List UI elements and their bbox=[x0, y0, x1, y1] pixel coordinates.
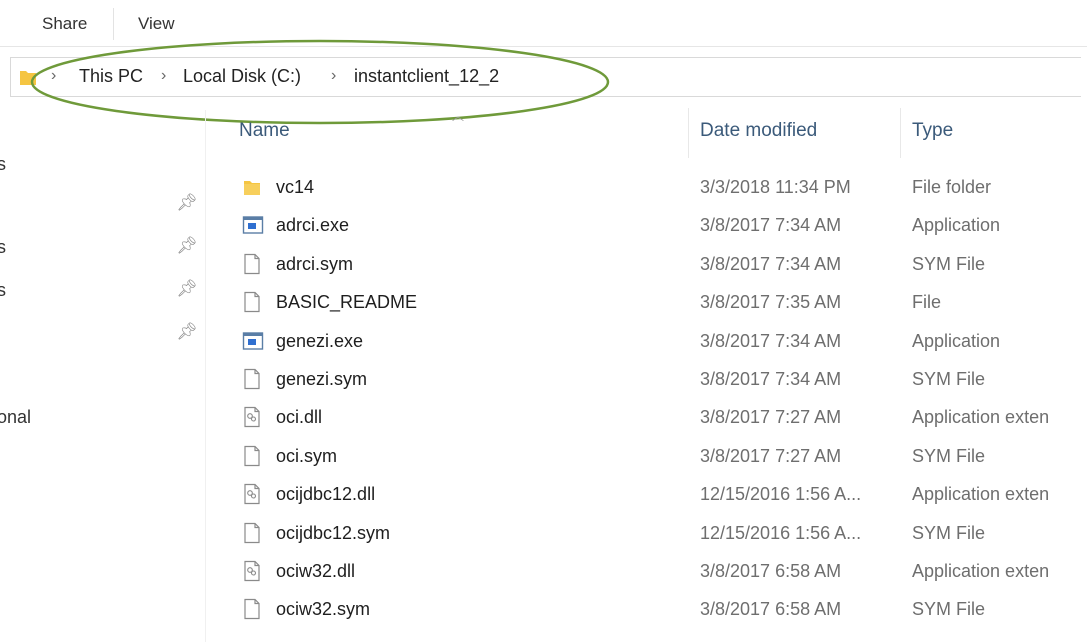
file-type: SYM File bbox=[912, 599, 986, 620]
file-row[interactable]: vc14 3/3/2018 11:34 PM File folder bbox=[230, 168, 1087, 206]
file-name: ocijdbc12.sym bbox=[276, 522, 391, 543]
file-name: ociw32.sym bbox=[276, 599, 371, 620]
file-date-modified: 12/15/2016 1:56 A... bbox=[700, 484, 862, 505]
column-divider[interactable] bbox=[688, 108, 689, 158]
nav-item-label[interactable]: s bbox=[0, 154, 6, 175]
column-header-date[interactable]: Date modified bbox=[700, 120, 817, 142]
navigation-pane: s 📌︎ 📌︎ s 📌︎ s 📌︎ onal bbox=[0, 110, 206, 642]
file-row[interactable]: adrci.exe 3/8/2017 7:34 AM Application bbox=[230, 206, 1087, 244]
file-date-modified: 3/8/2017 7:27 AM bbox=[700, 407, 842, 428]
file-type: File bbox=[912, 292, 942, 313]
file-icon bbox=[242, 368, 262, 390]
file-row[interactable]: ocijdbc12.sym 12/15/2016 1:56 A... SYM Fil… bbox=[230, 514, 1087, 552]
tab-view[interactable]: View bbox=[138, 14, 175, 34]
chevron-right-icon[interactable]: › bbox=[161, 67, 166, 85]
file-row[interactable]: ocijdbc12.dll 12/15/2016 1:56 A... Applica… bbox=[230, 475, 1087, 513]
file-type: SYM File bbox=[912, 522, 986, 543]
file-name: adrci.sym bbox=[276, 253, 354, 274]
nav-item-label[interactable]: s bbox=[0, 237, 6, 258]
pin-icon[interactable]: 📌︎ bbox=[176, 322, 198, 342]
file-type: Application exten bbox=[912, 407, 1050, 428]
file-type: Application bbox=[912, 330, 1001, 351]
dll-icon bbox=[242, 560, 262, 582]
file-row[interactable]: oci.dll 3/8/2017 7:27 AM Application exten bbox=[230, 398, 1087, 436]
file-type: SYM File bbox=[912, 445, 986, 466]
file-icon bbox=[242, 522, 262, 544]
file-date-modified: 3/8/2017 7:27 AM bbox=[700, 445, 842, 466]
file-row[interactable]: BASIC_README 3/8/2017 7:35 AM File bbox=[230, 283, 1087, 321]
file-row[interactable]: genezi.exe 3/8/2017 7:34 AM Application bbox=[230, 322, 1087, 360]
file-type: File folder bbox=[912, 177, 992, 197]
file-date-modified: 3/3/2018 11:34 PM bbox=[700, 177, 851, 197]
ribbon: Share View bbox=[0, 0, 1087, 47]
file-row[interactable]: genezi.sym 3/8/2017 7:34 AM SYM File bbox=[230, 360, 1087, 398]
file-type: Application exten bbox=[912, 484, 1050, 505]
breadcrumb-local-disk[interactable]: Local Disk (C:) bbox=[183, 66, 301, 87]
file-type: SYM File bbox=[912, 369, 986, 389]
file-date-modified: 3/8/2017 7:35 AM bbox=[700, 292, 842, 313]
folder-icon bbox=[242, 176, 262, 198]
folder-icon bbox=[20, 71, 36, 85]
file-name: oci.dll bbox=[276, 407, 323, 428]
pin-icon[interactable]: 📌︎ bbox=[176, 193, 198, 213]
file-name: genezi.sym bbox=[276, 369, 368, 389]
file-type: Application bbox=[912, 215, 1001, 236]
nav-item-label[interactable]: onal bbox=[0, 407, 31, 428]
file-name: genezi.exe bbox=[276, 330, 364, 351]
file-row[interactable]: adrci.sym 3/8/2017 7:34 AM SYM File bbox=[230, 245, 1087, 283]
file-date-modified: 3/8/2017 7:34 AM bbox=[700, 253, 842, 274]
application-icon bbox=[242, 330, 264, 352]
file-name: adrci.exe bbox=[276, 215, 350, 236]
sort-ascending-icon: ︿ bbox=[452, 109, 465, 123]
dll-icon bbox=[242, 406, 262, 428]
file-type: Application exten bbox=[912, 561, 1050, 581]
file-name: BASIC_README bbox=[276, 292, 418, 313]
column-header-name[interactable]: Name bbox=[239, 120, 290, 142]
file-date-modified: 3/8/2017 6:58 AM bbox=[700, 599, 842, 620]
file-name: ociw32.dll bbox=[276, 561, 356, 581]
tab-divider bbox=[113, 8, 114, 40]
chevron-right-icon[interactable]: › bbox=[331, 67, 336, 85]
file-name: vc14 bbox=[276, 177, 315, 197]
column-header-type[interactable]: Type bbox=[912, 120, 953, 142]
file-date-modified: 3/8/2017 7:34 AM bbox=[700, 369, 842, 389]
chevron-right-icon[interactable]: › bbox=[51, 67, 56, 85]
nav-item-label[interactable]: s bbox=[0, 280, 6, 301]
file-name: ocijdbc12.dll bbox=[276, 484, 376, 505]
column-divider[interactable] bbox=[900, 108, 901, 158]
file-name: oci.sym bbox=[276, 445, 338, 466]
file-date-modified: 3/8/2017 7:34 AM bbox=[700, 215, 842, 236]
file-date-modified: 3/8/2017 7:34 AM bbox=[700, 330, 842, 351]
file-row[interactable]: ociw32.sym 3/8/2017 6:58 AM SYM File bbox=[230, 590, 1087, 628]
breadcrumb-this-pc[interactable]: This PC bbox=[79, 66, 143, 87]
dll-icon bbox=[242, 483, 262, 505]
pin-icon[interactable]: 📌︎ bbox=[176, 279, 198, 299]
file-icon bbox=[242, 253, 262, 275]
file-date-modified: 3/8/2017 6:58 AM bbox=[700, 561, 842, 581]
address-bar[interactable]: › This PC › Local Disk (C:) › instantcli… bbox=[10, 57, 1081, 97]
file-icon bbox=[242, 598, 262, 620]
pin-icon[interactable]: 📌︎ bbox=[176, 236, 198, 256]
file-icon bbox=[242, 291, 262, 313]
file-row[interactable]: ociw32.dll 3/8/2017 6:58 AM Application ex… bbox=[230, 552, 1087, 590]
file-date-modified: 12/15/2016 1:56 A... bbox=[700, 522, 862, 543]
breadcrumb-instantclient[interactable]: instantclient_12_2 bbox=[354, 66, 499, 87]
application-icon bbox=[242, 214, 264, 236]
tab-share[interactable]: Share bbox=[42, 14, 87, 34]
file-icon bbox=[242, 445, 262, 467]
file-type: SYM File bbox=[912, 253, 986, 274]
file-row[interactable]: oci.sym 3/8/2017 7:27 AM SYM File bbox=[230, 437, 1087, 475]
